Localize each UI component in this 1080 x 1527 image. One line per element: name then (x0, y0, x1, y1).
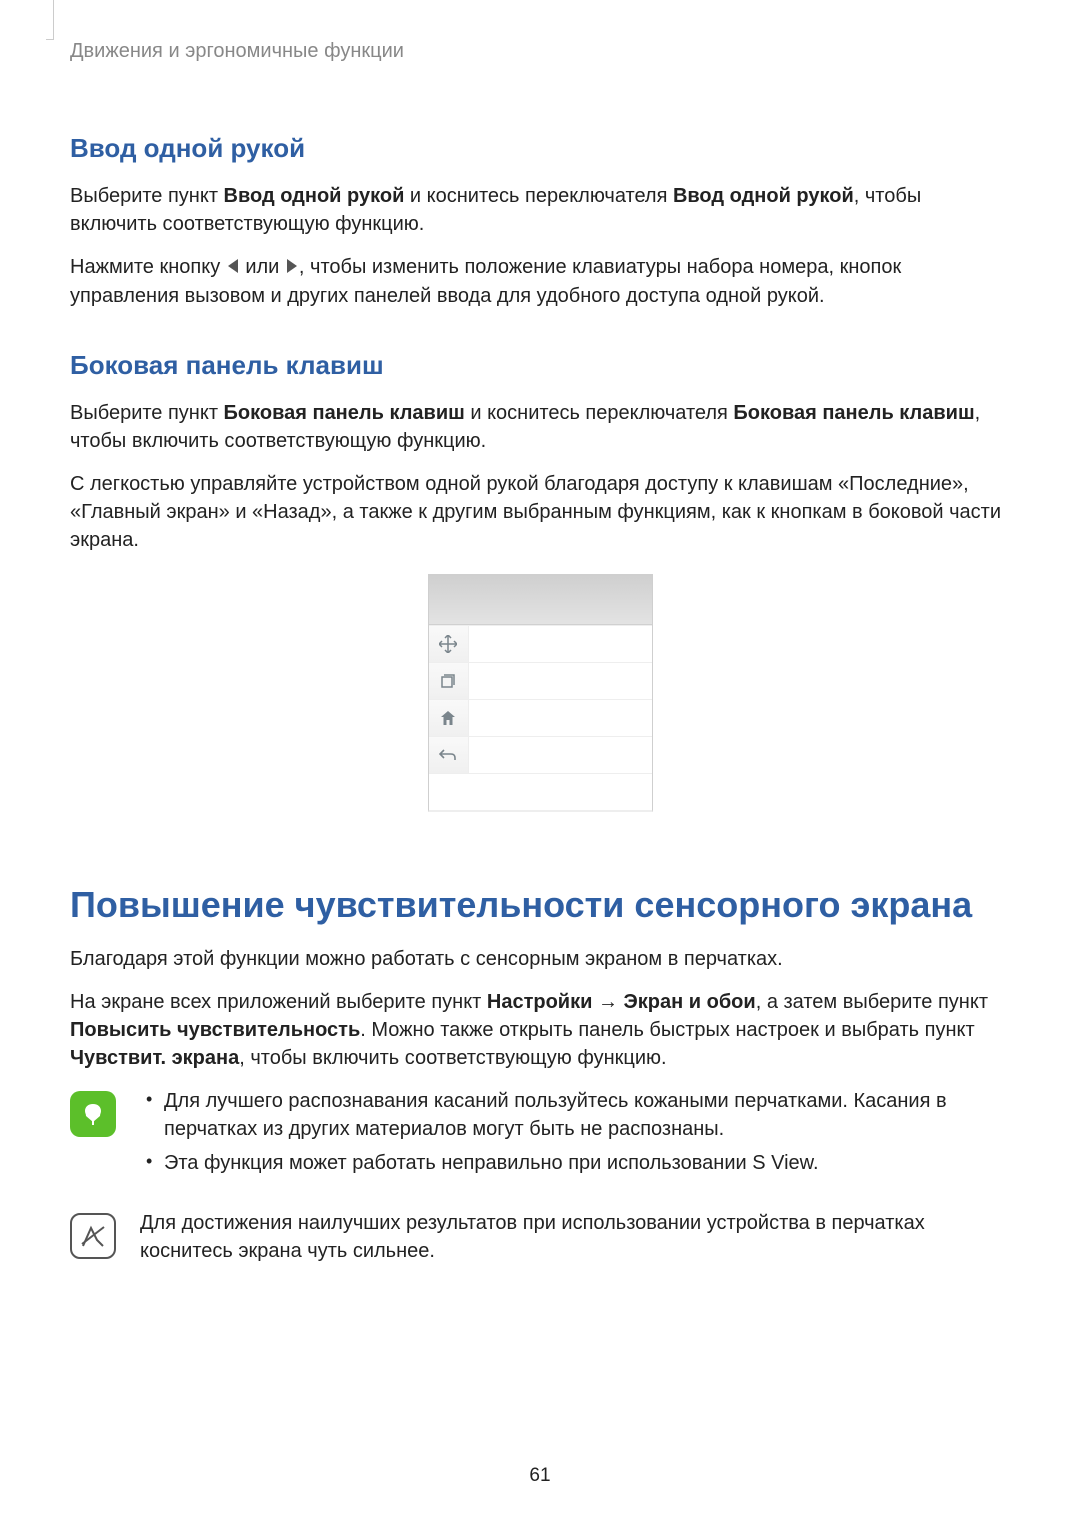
recents-icon (429, 663, 469, 699)
section3-paragraph-2: На экране всех приложений выберите пункт… (70, 988, 1010, 1072)
illustration-cell (469, 700, 652, 736)
illustration-cell (469, 774, 652, 810)
illustration-cell (429, 774, 469, 810)
text-fragment: → (592, 991, 623, 1013)
illustration-cell (469, 737, 652, 773)
triangle-right-icon (285, 254, 299, 282)
text-fragment: и коснитесь переключателя (404, 185, 673, 207)
section3-paragraph-1: Благодаря этой функции можно работать с … (70, 945, 1010, 973)
bold-term: Ввод одной рукой (224, 185, 405, 207)
tips-list: Для лучшего распознавания касаний пользу… (140, 1087, 1010, 1177)
text-fragment: и коснитесь переключателя (465, 402, 734, 424)
bold-term: Ввод одной рукой (673, 185, 854, 207)
section2-paragraph-1: Выберите пункт Боковая панель клавиш и к… (70, 399, 1010, 455)
section1-paragraph-1: Выберите пункт Ввод одной рукой и коснит… (70, 182, 1010, 238)
note-text: Для достижения наилучших результатов при… (140, 1209, 1010, 1265)
text-fragment: . Можно также открыть панель быстрых нас… (360, 1019, 974, 1041)
page-number: 61 (0, 1465, 1080, 1487)
text-fragment: , а затем выберите пункт (756, 991, 988, 1013)
section-heading-one-hand-input: Ввод одной рукой (70, 133, 1010, 164)
text-fragment: , чтобы включить соответствующую функцию… (239, 1047, 666, 1069)
text-fragment: или (240, 256, 285, 278)
text-fragment: Нажмите кнопку (70, 256, 226, 278)
text-fragment: Выберите пункт (70, 402, 224, 424)
text-fragment: На экране всех приложений выберите пункт (70, 991, 487, 1013)
bold-term: Боковая панель клавиш (224, 402, 465, 424)
bold-term: Чувствит. экрана (70, 1047, 239, 1069)
side-panel-illustration (428, 574, 653, 812)
illustration-cell (469, 663, 652, 699)
back-icon (429, 737, 469, 773)
illustration-cell (469, 626, 652, 662)
bold-term: Экран и обои (624, 991, 756, 1013)
note-callout: Для достижения наилучших результатов при… (70, 1209, 1010, 1265)
section2-paragraph-2: С легкостью управляйте устройством одной… (70, 470, 1010, 554)
bold-term: Настройки (487, 991, 593, 1013)
triangle-left-icon (226, 254, 240, 282)
text-fragment: Выберите пункт (70, 185, 224, 207)
move-icon (429, 626, 469, 662)
tip-callout: Для лучшего распознавания касаний пользу… (70, 1087, 1010, 1183)
tip-item: Для лучшего распознавания касаний пользу… (140, 1087, 1010, 1143)
note-icon (70, 1213, 116, 1259)
section-heading-side-key-panel: Боковая панель клавиш (70, 350, 1010, 381)
bold-term: Боковая панель клавиш (733, 402, 974, 424)
page-fold-decor (46, 0, 54, 40)
home-icon (429, 700, 469, 736)
bold-term: Повысить чувствительность (70, 1019, 360, 1041)
section1-paragraph-2: Нажмите кнопку или , чтобы изменить поло… (70, 253, 1010, 310)
section-heading-touch-sensitivity: Повышение чувствительности сенсорного эк… (70, 882, 1010, 927)
illustration-statusbar (429, 575, 652, 625)
tip-icon (70, 1091, 116, 1137)
page-header: Движения и эргономичные функции (70, 30, 1010, 63)
tip-item: Эта функция может работать неправильно п… (140, 1149, 1010, 1177)
